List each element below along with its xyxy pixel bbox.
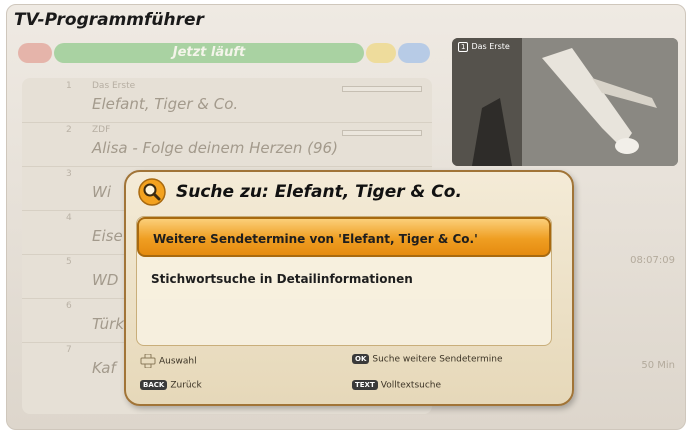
text-key-icon: TEXT [352, 380, 378, 390]
preview-image [452, 38, 678, 166]
side-time: 08:07:09 [630, 255, 675, 266]
program-title: Alisa - Folge deinem Herzen (96) [92, 139, 338, 157]
tv-preview: 1 Das Erste [452, 38, 678, 166]
channel-number: 7 [66, 345, 72, 355]
program-title: Eise [92, 227, 123, 245]
program-title: Elefant, Tiger & Co. [92, 95, 239, 113]
channel-number: 5 [66, 257, 72, 267]
dpad-icon [140, 354, 156, 368]
search-dialog: Suche zu: Elefant, Tiger & Co. Weitere S… [124, 170, 574, 406]
red-button[interactable] [18, 43, 52, 63]
legend-text-label: Volltextsuche [380, 380, 442, 391]
dialog-title: Suche zu: Elefant, Tiger & Co. [176, 182, 462, 202]
legend-select-label: Auswahl [159, 356, 197, 367]
program-title: WD [92, 271, 119, 289]
program-title: Kaf [92, 359, 116, 377]
program-row[interactable]: 2 ZDF Alisa - Folge deinem Herzen (96) [22, 122, 432, 167]
app-title: TV-Programmführer [14, 10, 204, 30]
legend-ok: OK Suche weitere Sendetermine [352, 354, 503, 365]
progress-bar [342, 130, 422, 136]
channel-number: 2 [66, 125, 72, 135]
channel-logo: 1 [458, 42, 469, 52]
option-more-airtimes[interactable]: Weitere Sendetermine von 'Elefant, Tiger… [137, 217, 551, 257]
legend-back: BACK Zurück [140, 380, 202, 391]
channel-name: ZDF [92, 125, 111, 135]
side-duration: 50 Min [641, 360, 675, 371]
progress-bar [342, 86, 422, 92]
program-row[interactable]: 1 Das Erste Elefant, Tiger & Co. [22, 78, 432, 123]
channel-name: Das Erste [92, 81, 136, 91]
legend-select: Auswahl [140, 354, 197, 368]
channel-number: 1 [66, 81, 72, 91]
legend-ok-label: Suche weitere Sendetermine [372, 354, 503, 365]
search-icon [138, 178, 166, 206]
channel-number: 6 [66, 301, 72, 311]
channel-number: 4 [66, 213, 72, 223]
blue-button[interactable] [398, 43, 430, 63]
legend-back-label: Zurück [170, 380, 202, 391]
program-title: Türk [92, 315, 125, 333]
preview-channel-name: Das Erste [471, 42, 510, 51]
option-list: Weitere Sendetermine von 'Elefant, Tiger… [136, 216, 552, 346]
back-key-icon: BACK [140, 380, 168, 390]
channel-number: 3 [66, 169, 72, 179]
yellow-button[interactable] [366, 43, 396, 63]
program-title: Wi [92, 183, 111, 201]
option-keyword-search[interactable]: Stichwortsuche in Detailinformationen [137, 259, 551, 299]
legend-text: TEXT Volltextsuche [352, 380, 441, 391]
ok-key-icon: OK [352, 354, 370, 364]
green-button-now-playing[interactable]: Jetzt läuft [54, 43, 364, 63]
preview-channel-label: 1 Das Erste [458, 42, 510, 52]
